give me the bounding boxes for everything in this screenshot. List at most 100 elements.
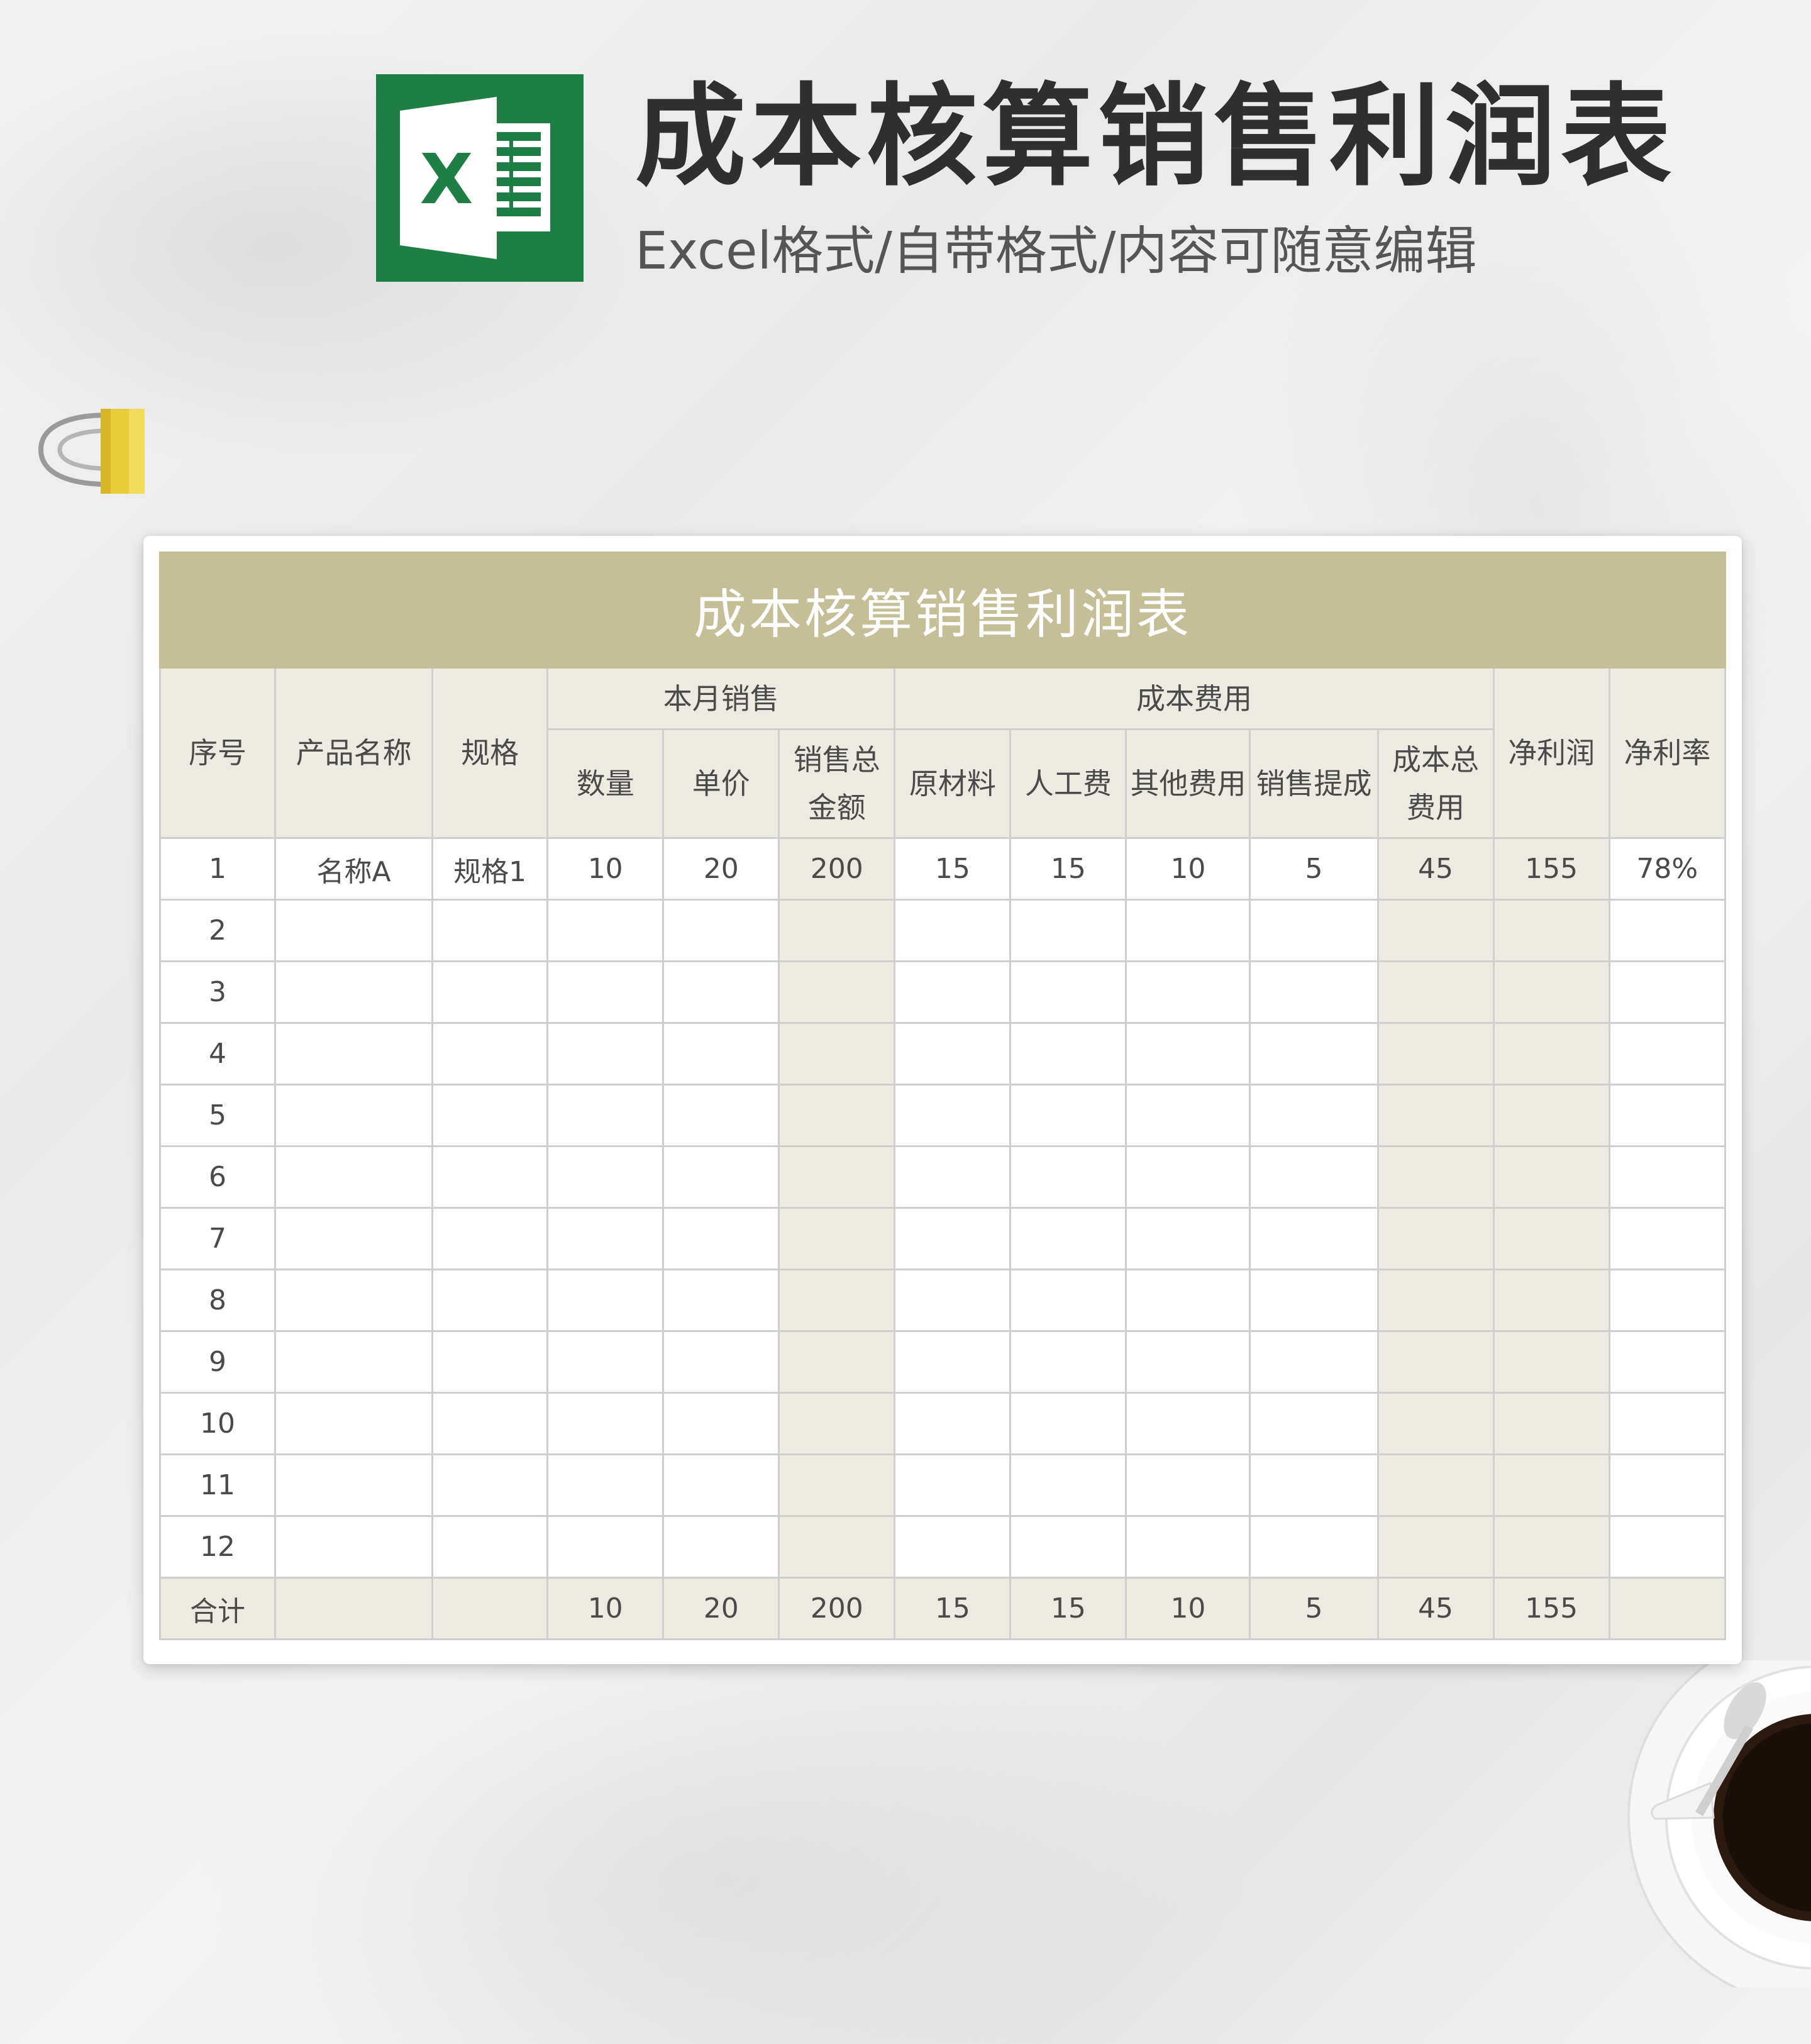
cell-raw[interactable] xyxy=(894,1145,1012,1209)
cell-rate[interactable] xyxy=(1608,1392,1727,1455)
cell-labor[interactable] xyxy=(1009,1269,1127,1332)
cell-price[interactable] xyxy=(662,1022,780,1086)
cell-product[interactable] xyxy=(274,1207,434,1270)
cell-raw[interactable]: 15 xyxy=(894,837,1012,901)
cell-other[interactable]: 10 xyxy=(1125,837,1251,901)
cell-commission[interactable] xyxy=(1249,899,1379,962)
cell-raw[interactable] xyxy=(894,1207,1012,1270)
cell-rate[interactable] xyxy=(1608,1515,1727,1579)
cell-price[interactable] xyxy=(662,1453,780,1517)
cell-seq[interactable]: 12 xyxy=(158,1515,277,1579)
cell-cost[interactable]: 45 xyxy=(1376,837,1495,901)
cell-qty[interactable] xyxy=(546,1145,665,1209)
cell-other[interactable] xyxy=(1125,1269,1251,1332)
cell-profit[interactable]: 155 xyxy=(1492,837,1610,901)
cell-labor[interactable] xyxy=(1009,1453,1127,1517)
cell-raw[interactable] xyxy=(894,1269,1012,1332)
cell-cost[interactable] xyxy=(1376,1392,1495,1455)
cell-cost[interactable] xyxy=(1376,1269,1495,1332)
cell-sales[interactable] xyxy=(778,1392,896,1455)
cell-rate[interactable] xyxy=(1608,1330,1727,1394)
cell-other[interactable] xyxy=(1125,899,1251,962)
cell-sales[interactable] xyxy=(778,1207,896,1270)
cell-labor[interactable] xyxy=(1009,960,1127,1024)
cell-other[interactable] xyxy=(1125,1022,1251,1086)
cell-spec[interactable] xyxy=(431,1330,549,1394)
cell-price[interactable] xyxy=(662,899,780,962)
cell-commission[interactable] xyxy=(1249,1145,1379,1209)
cell-profit[interactable] xyxy=(1492,1392,1610,1455)
cell-seq[interactable]: 1 xyxy=(158,837,277,901)
cell-rate[interactable]: 78% xyxy=(1608,837,1727,901)
cell-commission[interactable] xyxy=(1249,1330,1379,1394)
cell-labor[interactable] xyxy=(1009,1515,1127,1579)
cell-profit[interactable] xyxy=(1492,960,1610,1024)
cell-sales[interactable] xyxy=(778,1453,896,1517)
cell-rate[interactable] xyxy=(1608,1269,1727,1332)
cell-seq[interactable]: 4 xyxy=(158,1022,277,1086)
cell-seq[interactable]: 9 xyxy=(158,1330,277,1394)
cell-raw[interactable] xyxy=(894,1392,1012,1455)
cell-labor[interactable] xyxy=(1009,1207,1127,1270)
cell-seq[interactable]: 8 xyxy=(158,1269,277,1332)
cell-other[interactable] xyxy=(1125,1145,1251,1209)
cell-qty[interactable] xyxy=(546,1392,665,1455)
cell-sales[interactable] xyxy=(778,1515,896,1579)
cell-rate[interactable] xyxy=(1608,1022,1727,1086)
cell-price[interactable] xyxy=(662,1330,780,1394)
cell-spec[interactable] xyxy=(431,1145,549,1209)
cell-product[interactable] xyxy=(274,1392,434,1455)
cell-rate[interactable] xyxy=(1608,1453,1727,1517)
cell-price[interactable] xyxy=(662,960,780,1024)
cell-qty[interactable] xyxy=(546,1207,665,1270)
cell-spec[interactable] xyxy=(431,1084,549,1147)
cell-commission[interactable] xyxy=(1249,960,1379,1024)
cell-qty[interactable] xyxy=(546,899,665,962)
cell-labor[interactable] xyxy=(1009,1022,1127,1086)
cell-labor[interactable] xyxy=(1009,1145,1127,1209)
cell-commission[interactable] xyxy=(1249,1269,1379,1332)
cell-raw[interactable] xyxy=(894,1084,1012,1147)
cell-sales[interactable] xyxy=(778,1022,896,1086)
cell-price[interactable] xyxy=(662,1269,780,1332)
cell-raw[interactable] xyxy=(894,960,1012,1024)
cell-rate[interactable] xyxy=(1608,899,1727,962)
cell-product[interactable] xyxy=(274,1145,434,1209)
cell-product[interactable] xyxy=(274,1330,434,1394)
cell-price[interactable]: 20 xyxy=(662,837,780,901)
cell-rate[interactable] xyxy=(1608,960,1727,1024)
cell-sales[interactable]: 200 xyxy=(778,837,896,901)
cell-qty[interactable] xyxy=(546,1330,665,1394)
cell-labor[interactable] xyxy=(1009,1330,1127,1394)
cell-profit[interactable] xyxy=(1492,1207,1610,1270)
cell-profit[interactable] xyxy=(1492,1330,1610,1394)
cell-cost[interactable] xyxy=(1376,1022,1495,1086)
cell-qty[interactable] xyxy=(546,1084,665,1147)
cell-price[interactable] xyxy=(662,1515,780,1579)
cell-raw[interactable] xyxy=(894,1330,1012,1394)
cell-product[interactable] xyxy=(274,899,434,962)
cell-cost[interactable] xyxy=(1376,1145,1495,1209)
cell-spec[interactable]: 规格1 xyxy=(431,837,549,901)
cell-commission[interactable] xyxy=(1249,1022,1379,1086)
cell-spec[interactable] xyxy=(431,1207,549,1270)
cell-cost[interactable] xyxy=(1376,1453,1495,1517)
cell-profit[interactable] xyxy=(1492,1022,1610,1086)
cell-other[interactable] xyxy=(1125,1453,1251,1517)
cell-profit[interactable] xyxy=(1492,1453,1610,1517)
cell-price[interactable] xyxy=(662,1084,780,1147)
cell-seq[interactable]: 6 xyxy=(158,1145,277,1209)
cell-cost[interactable] xyxy=(1376,1207,1495,1270)
cell-other[interactable] xyxy=(1125,1084,1251,1147)
cell-sales[interactable] xyxy=(778,899,896,962)
cell-cost[interactable] xyxy=(1376,960,1495,1024)
cell-other[interactable] xyxy=(1125,1392,1251,1455)
cell-cost[interactable] xyxy=(1376,1330,1495,1394)
cell-labor[interactable]: 15 xyxy=(1009,837,1127,901)
cell-commission[interactable] xyxy=(1249,1207,1379,1270)
cell-product[interactable] xyxy=(274,1453,434,1517)
cell-sales[interactable] xyxy=(778,1145,896,1209)
cell-spec[interactable] xyxy=(431,960,549,1024)
cell-qty[interactable] xyxy=(546,1269,665,1332)
cell-seq[interactable]: 5 xyxy=(158,1084,277,1147)
